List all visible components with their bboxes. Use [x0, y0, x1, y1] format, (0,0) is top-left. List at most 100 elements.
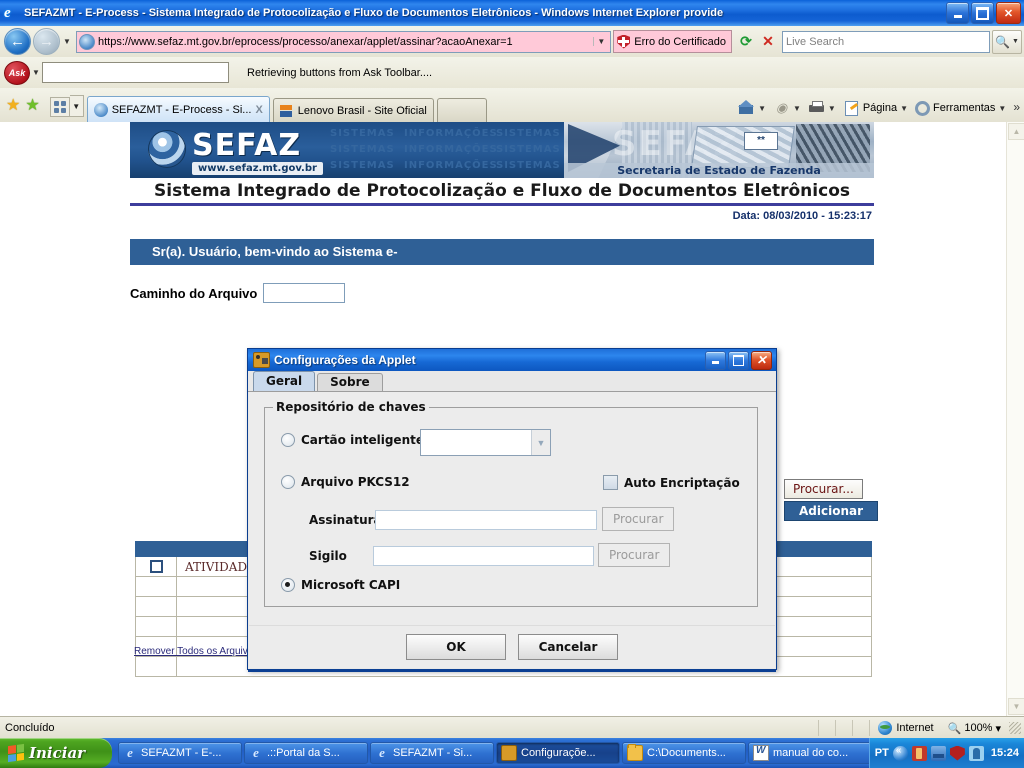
quick-tabs-icon[interactable]	[49, 97, 70, 117]
new-tab-button[interactable]	[436, 98, 487, 122]
command-bar: ▼ ◉ ▼ ▼ Página ▼ Ferramentas ▼ »	[736, 100, 1024, 116]
favorites-center-icon[interactable]: ★	[6, 98, 20, 114]
cartao-combo-value[interactable]	[421, 430, 531, 455]
cartao-inteligente-combo[interactable]: ▼	[420, 429, 551, 456]
adicionar-button[interactable]: Adicionar	[784, 501, 879, 521]
row-checkbox[interactable]	[149, 560, 163, 573]
start-button[interactable]: Iniciar	[0, 738, 112, 768]
tray-messenger-icon[interactable]	[968, 745, 984, 761]
ask-search-input[interactable]	[42, 62, 229, 83]
ask-logo-icon[interactable]: Ask	[4, 60, 30, 85]
language-indicator[interactable]: PT	[875, 747, 889, 759]
procurar-button[interactable]: Procurar...	[784, 479, 863, 499]
toolbar-overflow-icon[interactable]: »	[1013, 100, 1020, 114]
add-favorite-icon[interactable]: ★	[25, 98, 39, 114]
dialog-body: Repositório de chaves Cartão inteligente…	[249, 392, 775, 625]
dialog-titlebar[interactable]: Configurações da Applet ✕	[248, 349, 776, 371]
auto-encriptacao-row[interactable]: Auto Encriptação	[603, 475, 740, 490]
auto-encriptacao-checkbox[interactable]	[603, 475, 618, 490]
ask-dropdown-icon[interactable]: ▼	[30, 68, 42, 77]
dialog-minimize-button[interactable]	[705, 350, 726, 370]
chevron-down-icon[interactable]: ▼	[793, 104, 801, 113]
print-button[interactable]: ▼	[806, 100, 838, 116]
chevron-down-icon[interactable]: ▼	[998, 104, 1006, 113]
taskbar-clock[interactable]: 15:24	[991, 747, 1019, 759]
security-zone[interactable]: Internet	[878, 721, 934, 735]
browser-tab-lenovo[interactable]: Lenovo Brasil - Site Oficial	[272, 98, 434, 122]
refresh-icon[interactable]: ⟳	[735, 31, 757, 53]
tray-network-icon[interactable]	[930, 745, 946, 761]
dialog-maximize-button[interactable]	[728, 350, 749, 370]
tab-close-icon[interactable]: X	[255, 104, 262, 116]
page-menu-label: Página	[862, 102, 898, 114]
resize-grip-icon[interactable]	[1009, 722, 1021, 734]
chevron-down-icon[interactable]: ▼	[531, 430, 550, 455]
dialog-cancel-button[interactable]: Cancelar	[518, 634, 618, 660]
search-input[interactable]: Live Search	[786, 36, 986, 48]
scroll-up-icon[interactable]: ▲	[1008, 123, 1024, 140]
status-bar: Concluído Internet 🔍 100% ▾	[0, 716, 1024, 739]
feeds-button[interactable]: ◉ ▼	[771, 100, 803, 116]
taskbar-item-sefazmt-e[interactable]: e SEFAZMT - E-...	[118, 742, 242, 764]
zoom-dropdown-icon[interactable]: ▾	[995, 722, 1001, 735]
security-zone-label: Internet	[896, 722, 934, 734]
tray-security-icon[interactable]	[949, 745, 965, 761]
scroll-down-icon[interactable]: ▼	[1008, 698, 1024, 715]
forward-button[interactable]: →	[33, 28, 60, 55]
sefaz-swirl-logo-icon	[148, 130, 186, 168]
tools-menu-button[interactable]: Ferramentas ▼	[913, 100, 1008, 116]
stop-icon[interactable]: ✕	[757, 31, 779, 53]
taskbar-item-manual[interactable]: manual do co...	[748, 742, 872, 764]
search-go-button[interactable]: 🔍 ▼	[992, 29, 1022, 54]
sigilo-label: Sigilo	[309, 549, 347, 563]
sigilo-input[interactable]	[373, 546, 594, 566]
microsoft-capi-radio[interactable]	[281, 578, 295, 592]
tab-list-dropdown-icon[interactable]: ▼	[69, 95, 84, 117]
taskbar-item-sefazmt-si[interactable]: e SEFAZMT - Si...	[370, 742, 494, 764]
assinatura-input[interactable]	[375, 510, 597, 530]
taskbar-item-label: C:\Documents...	[647, 747, 726, 759]
chevron-down-icon[interactable]: ▼	[828, 104, 836, 113]
tray-expand-icon[interactable]	[892, 745, 908, 761]
url-bar[interactable]: https://www.sefaz.mt.gov.br/eprocess/pro…	[76, 30, 612, 53]
dialog-window-controls: ✕	[705, 350, 772, 370]
tab-sobre[interactable]: Sobre	[317, 373, 383, 391]
certificate-error-badge[interactable]: Erro do Certificado	[613, 30, 732, 53]
taskbar-item-label: Configuraçõe...	[521, 747, 596, 759]
cartao-inteligente-radio[interactable]	[281, 433, 295, 447]
search-box[interactable]: Live Search	[782, 30, 990, 53]
page-scrollbar[interactable]: ▲ ▼	[1006, 122, 1024, 716]
assinatura-procurar-button[interactable]: Procurar	[602, 507, 675, 531]
recent-pages-dropdown-icon[interactable]: ▼	[60, 37, 74, 46]
ie-icon: e	[379, 745, 385, 760]
chevron-down-icon[interactable]: ▼	[758, 104, 766, 113]
tools-menu-label: Ferramentas	[933, 102, 996, 114]
taskbar-item-documents[interactable]: C:\Documents...	[622, 742, 746, 764]
applet-settings-dialog: Configurações da Applet ✕ Geral Sobre Re…	[247, 348, 777, 672]
site-favicon	[79, 33, 95, 50]
ok-button[interactable]: OK	[406, 634, 506, 660]
caminho-arquivo-input[interactable]	[263, 283, 346, 303]
window-restore-button[interactable]	[971, 2, 994, 24]
tab-geral[interactable]: Geral	[253, 371, 316, 391]
page-menu-button[interactable]: Página ▼	[841, 100, 910, 116]
home-button[interactable]: ▼	[736, 100, 768, 116]
url-dropdown-icon[interactable]: ▼	[593, 37, 608, 46]
arquivo-pkcs12-radio[interactable]	[281, 475, 295, 489]
taskbar-item-portal[interactable]: e .::Portal da S...	[244, 742, 368, 764]
browser-tab-sefazmt[interactable]: SEFAZMT - E-Process - Si... X	[86, 96, 270, 122]
start-label: Iniciar	[29, 744, 86, 762]
window-close-button[interactable]: ✕	[996, 2, 1021, 24]
remover-todos-link[interactable]: Remover Todos os Arquivos	[134, 646, 258, 657]
assinatura-label-row: Assinatura	[309, 513, 382, 527]
taskbar-item-configuracoes[interactable]: Configuraçõe...	[496, 742, 620, 764]
zoom-control[interactable]: 🔍 100% ▾	[948, 722, 1001, 735]
tray-java-icon[interactable]	[911, 745, 927, 761]
chevron-down-icon[interactable]: ▼	[900, 104, 908, 113]
internet-explorer-icon: e	[4, 5, 11, 21]
back-button[interactable]: ←	[4, 28, 31, 55]
sigilo-procurar-button[interactable]: Procurar	[598, 543, 671, 567]
window-minimize-button[interactable]	[946, 2, 969, 24]
url-text: https://www.sefaz.mt.gov.br/eprocess/pro…	[98, 35, 513, 48]
dialog-close-button[interactable]: ✕	[751, 350, 772, 370]
